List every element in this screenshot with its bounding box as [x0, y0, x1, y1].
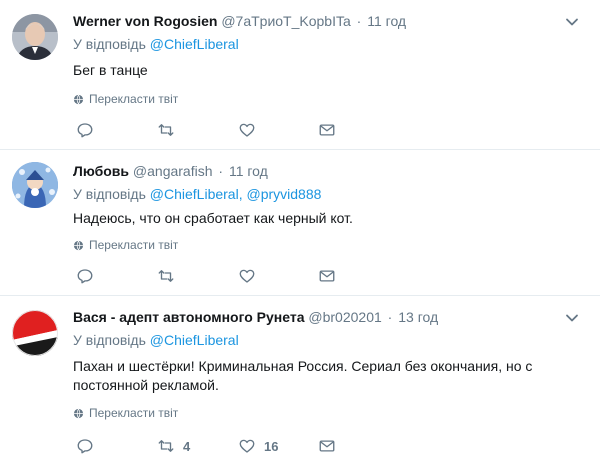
retweet-count: 4 — [183, 438, 191, 454]
reply-icon — [77, 439, 93, 454]
direct-message-button[interactable] — [318, 266, 336, 286]
translate-label: Перекласти твіт — [89, 406, 179, 420]
reply-button[interactable] — [76, 266, 102, 286]
display-name[interactable]: Werner von Rogosien — [73, 13, 217, 29]
retweet-button[interactable] — [157, 120, 183, 140]
reply-context: У відповідь @ChiefLiberal — [73, 36, 239, 52]
direct-message-button[interactable] — [318, 120, 336, 140]
translate-tweet-link[interactable]: Перекласти твіт — [73, 92, 178, 106]
retweet-button[interactable] — [157, 266, 183, 286]
user-handle[interactable]: @7aTpиoT_KopbITa — [221, 13, 350, 29]
mention-link[interactable]: @pryvid888 — [246, 186, 321, 202]
heart-icon — [239, 269, 255, 283]
translate-label: Перекласти твіт — [89, 92, 179, 106]
user-handle[interactable]: @br020201 — [308, 309, 381, 325]
chevron-down-icon[interactable] — [564, 14, 580, 30]
chevron-down-icon[interactable] — [564, 310, 580, 326]
reply-icon — [77, 269, 93, 284]
separator-dot: · — [218, 163, 224, 179]
timestamp[interactable]: 13 год — [398, 309, 438, 325]
like-button[interactable]: 16 — [238, 436, 278, 456]
timestamp[interactable]: 11 год — [229, 163, 268, 179]
direct-message-button[interactable] — [318, 436, 336, 456]
like-button[interactable] — [238, 266, 264, 286]
translate-label: Перекласти твіт — [89, 238, 179, 252]
reply-prefix: У відповідь — [73, 36, 146, 52]
globe-icon — [73, 240, 84, 250]
retweet-icon — [158, 124, 174, 136]
mention-link[interactable]: @ChiefLiberal, — [150, 186, 243, 202]
reply-button[interactable] — [76, 120, 102, 140]
separator-dot: · — [387, 309, 393, 325]
tweet-text: Бег в танце — [73, 62, 148, 78]
reply-prefix: У відповідь — [73, 332, 146, 348]
reply-context: У відповідь @ChiefLiberal — [73, 332, 239, 348]
reply-button[interactable] — [76, 436, 102, 456]
like-count: 16 — [264, 438, 279, 454]
tweet[interactable]: Werner von Rogosien @7aTpиoT_KopbITa · 1… — [0, 0, 600, 150]
display-name[interactable]: Вася - адепт автономного Рунета — [73, 309, 305, 325]
reply-prefix: У відповідь — [73, 186, 146, 202]
globe-icon — [73, 408, 84, 418]
heart-icon — [239, 439, 255, 453]
retweet-button[interactable]: 4 — [157, 436, 190, 456]
avatar[interactable] — [12, 162, 58, 208]
envelope-icon — [319, 270, 335, 282]
tweet[interactable]: Вася - адепт автономного Рунета @br02020… — [0, 296, 600, 459]
globe-icon — [73, 94, 84, 104]
envelope-icon — [319, 440, 335, 452]
retweet-icon — [158, 440, 174, 452]
envelope-icon — [319, 124, 335, 136]
heart-icon — [239, 123, 255, 137]
display-name[interactable]: Любовь — [73, 163, 129, 179]
like-button[interactable] — [238, 120, 264, 140]
mention-link[interactable]: @ChiefLiberal — [150, 332, 239, 348]
separator-dot: · — [356, 13, 362, 29]
user-handle[interactable]: @angarafish — [133, 163, 213, 179]
avatar[interactable] — [12, 310, 58, 356]
tweet[interactable]: Любовь @angarafish · 11 год У відповідь … — [0, 150, 600, 296]
avatar[interactable] — [12, 14, 58, 60]
tweet-text: Надеюсь, что он сработает как черный кот… — [73, 210, 353, 226]
mention-link[interactable]: @ChiefLiberal — [150, 36, 239, 52]
tweet-text: Пахан и шестёрки! Криминальная Россия. С… — [73, 358, 533, 393]
retweet-icon — [158, 270, 174, 282]
reply-context: У відповідь @ChiefLiberal, @pryvid888 — [73, 186, 321, 202]
reply-icon — [77, 123, 93, 138]
translate-tweet-link[interactable]: Перекласти твіт — [73, 406, 178, 420]
translate-tweet-link[interactable]: Перекласти твіт — [73, 238, 178, 252]
timestamp[interactable]: 11 год — [367, 13, 406, 29]
